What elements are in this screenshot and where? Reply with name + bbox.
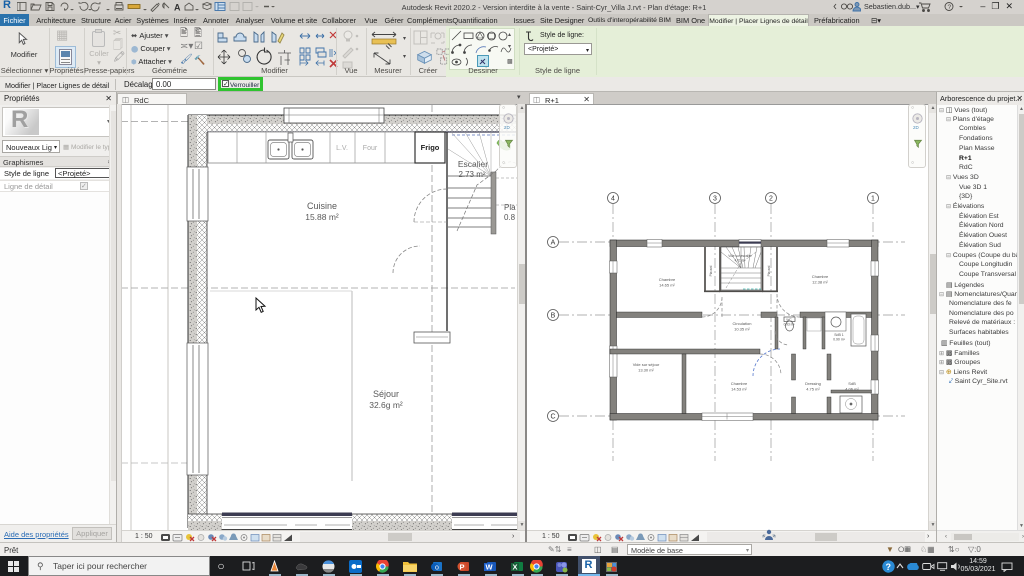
svg-text:14.53 m²: 14.53 m² xyxy=(731,387,747,392)
svg-text:?: ? xyxy=(886,562,892,572)
svg-text:Pla: Pla xyxy=(504,203,516,212)
svg-text:32.6g m²: 32.6g m² xyxy=(369,400,403,410)
svg-text:WC: WC xyxy=(786,318,792,322)
svg-text:15.88 m²: 15.88 m² xyxy=(305,212,339,222)
svg-text:L.V.: L.V. xyxy=(336,145,348,152)
svg-text:SdB 1: SdB 1 xyxy=(834,333,844,337)
svg-text:1: 1 xyxy=(871,196,875,203)
svg-text:Séjour: Séjour xyxy=(373,389,399,399)
svg-text:0.8: 0.8 xyxy=(504,213,516,222)
svg-text:A: A xyxy=(551,240,556,247)
svg-text:W: W xyxy=(486,563,494,572)
svg-text:0.90 m²: 0.90 m² xyxy=(833,338,846,342)
svg-text:4: 4 xyxy=(611,196,615,203)
svg-text:14.65 m²: 14.65 m² xyxy=(659,283,675,288)
svg-text:C: C xyxy=(550,414,555,421)
svg-text:SdB: SdB xyxy=(848,381,856,386)
svg-text:X: X xyxy=(513,563,518,572)
svg-text:2.73 m²: 2.73 m² xyxy=(458,170,485,179)
svg-text:Frigo: Frigo xyxy=(421,143,440,152)
svg-text:2: 2 xyxy=(769,196,773,203)
svg-text:4.01 m²: 4.01 m² xyxy=(735,259,746,263)
svg-text:Chambre: Chambre xyxy=(659,277,676,282)
svg-text:?: ? xyxy=(948,4,952,11)
svg-text:Four: Four xyxy=(363,145,378,152)
svg-text:Vide sur escalier: Vide sur escalier xyxy=(728,254,752,258)
svg-text:Cuisine: Cuisine xyxy=(307,201,337,211)
svg-text:Chambre: Chambre xyxy=(731,381,748,386)
svg-text:12.38 m²: 12.38 m² xyxy=(812,280,828,285)
svg-text:4.06 m²: 4.06 m² xyxy=(845,387,859,392)
svg-text:Vide sur séjour: Vide sur séjour xyxy=(633,362,660,367)
svg-text:P: P xyxy=(460,563,465,572)
svg-text:3: 3 xyxy=(713,196,717,203)
svg-text:Circulation: Circulation xyxy=(733,321,752,326)
svg-text:Chambre: Chambre xyxy=(812,274,829,279)
svg-text:0.93 m²: 0.93 m² xyxy=(784,323,795,327)
svg-text:B: B xyxy=(551,313,556,320)
svg-text:o: o xyxy=(435,565,439,572)
svg-text:13.30 m²: 13.30 m² xyxy=(638,368,654,373)
svg-text:10.35 m²: 10.35 m² xyxy=(734,327,750,332)
svg-text:Placard: Placard xyxy=(709,265,713,276)
svg-text:Placard: Placard xyxy=(767,265,771,276)
svg-text:Dressing: Dressing xyxy=(805,381,821,386)
svg-text:4.75 m²: 4.75 m² xyxy=(806,387,820,392)
